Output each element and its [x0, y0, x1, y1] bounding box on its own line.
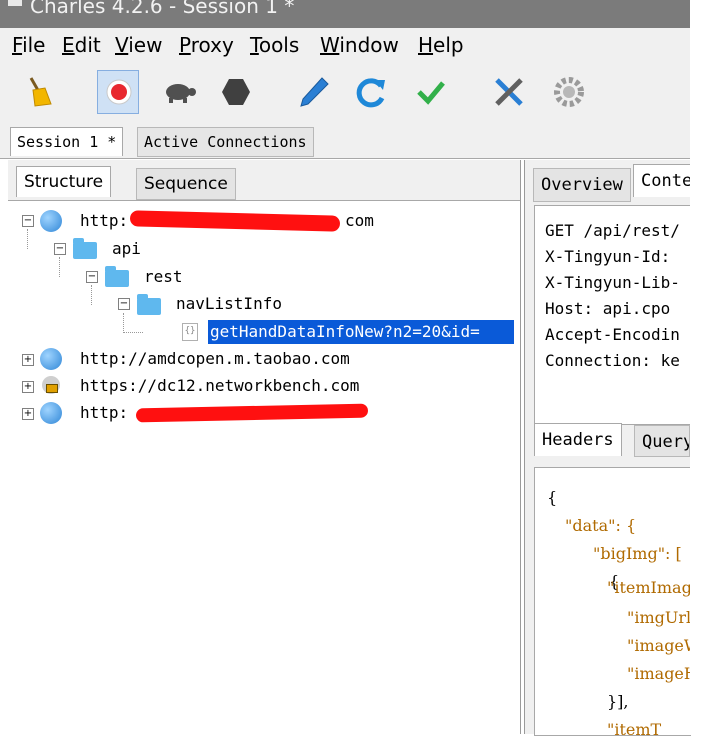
window-edge [690, 0, 705, 734]
menu-view[interactable]: View [115, 33, 162, 57]
tools-icon[interactable] [488, 70, 530, 114]
session-tab-bar: Session 1 * Active Connections [0, 124, 690, 159]
tree-folder-api[interactable]: api [112, 237, 141, 261]
redaction-mark [135, 403, 369, 423]
json-line: "data": { [565, 516, 637, 535]
tree-host-1[interactable]: http: [80, 209, 128, 233]
tree-request-selected[interactable]: getHandDataInfoNew?n2=20&id= [208, 320, 514, 344]
menu-window[interactable]: Window [320, 33, 399, 57]
expand-toggle[interactable]: + [22, 408, 34, 420]
menu-file[interactable]: File [12, 33, 45, 57]
menu-tools[interactable]: Tools [250, 33, 299, 57]
record-icon[interactable] [97, 70, 139, 114]
json-line: "bigImg": [ [593, 544, 682, 563]
globe-icon [40, 348, 62, 370]
json-file-icon: {} [182, 323, 198, 341]
json-line: "itemImage [607, 578, 691, 597]
globe-icon [40, 210, 62, 232]
refresh-icon[interactable] [350, 70, 392, 114]
expand-toggle[interactable]: + [22, 381, 34, 393]
menu-bar: File Edit View Proxy Tools Window Help [0, 28, 690, 62]
app-icon [8, 0, 22, 6]
host1-suffix: com [345, 211, 374, 230]
collapse-toggle[interactable]: − [86, 271, 98, 283]
structure-tree: − http: com − api − rest − navListInfo {… [8, 200, 520, 735]
menu-edit[interactable]: Edit [62, 33, 101, 57]
request-line: Accept-Encodin [545, 325, 680, 344]
tab-session-1[interactable]: Session 1 * [10, 127, 124, 156]
redaction-mark [129, 210, 341, 232]
tree-folder-rest[interactable]: rest [144, 265, 183, 289]
menu-proxy[interactable]: Proxy [179, 33, 234, 57]
globe-icon [40, 402, 62, 424]
tree-host-4[interactable]: http: [80, 401, 128, 425]
tab-sequence[interactable]: Sequence [136, 168, 236, 200]
turtle-icon[interactable] [158, 70, 200, 114]
tab-structure[interactable]: Structure [16, 166, 112, 197]
window-title: Charles 4.2.6 - Session 1 * [30, 0, 295, 18]
json-line: "imageW [627, 636, 691, 655]
request-line: X-Tingyun-Id: [545, 247, 671, 266]
collapse-toggle[interactable]: − [22, 215, 34, 227]
request-line: X-Tingyun-Lib- [545, 273, 680, 292]
title-bar: Charles 4.2.6 - Session 1 * [0, 0, 690, 28]
tab-overview[interactable]: Overview [533, 168, 631, 202]
request-line: Host: api.cpo [545, 299, 671, 318]
folder-icon [137, 294, 161, 315]
request-line: Connection: ke [545, 351, 680, 370]
host1-prefix: http: [80, 211, 129, 230]
expand-toggle[interactable]: + [22, 354, 34, 366]
stop-icon[interactable] [215, 70, 257, 114]
lock-globe-icon [42, 376, 60, 394]
tree-folder-navlistinfo[interactable]: navListInfo [176, 292, 282, 316]
tab-headers[interactable]: Headers [534, 423, 622, 456]
menu-help[interactable]: Help [418, 33, 464, 57]
json-line: "imgUrl [627, 608, 691, 627]
json-line: { [547, 488, 558, 507]
request-line: GET /api/rest/ [545, 221, 680, 240]
broom-icon[interactable] [18, 70, 60, 114]
gear-icon[interactable] [548, 70, 590, 114]
folder-icon [73, 238, 97, 259]
pen-icon[interactable] [293, 70, 335, 114]
request-headers-view: GET /api/rest/ X-Tingyun-Id: X-Tingyun-L… [534, 205, 691, 425]
tab-query[interactable]: Query [634, 425, 690, 457]
tree-host-2[interactable]: http://amdcopen.m.taobao.com [80, 347, 350, 371]
json-line: }], [607, 692, 629, 711]
collapse-toggle[interactable]: − [54, 243, 66, 255]
collapse-toggle[interactable]: − [118, 298, 130, 310]
toolbar [0, 62, 690, 124]
tree-host-3[interactable]: https://dc12.networkbench.com [80, 374, 359, 398]
check-icon[interactable] [410, 70, 452, 114]
tab-active-connections[interactable]: Active Connections [137, 127, 314, 157]
json-line: "imageH [627, 664, 691, 683]
json-response-view: { "data": { "bigImg": [ { "itemImage "im… [534, 467, 691, 736]
folder-icon [105, 266, 129, 287]
